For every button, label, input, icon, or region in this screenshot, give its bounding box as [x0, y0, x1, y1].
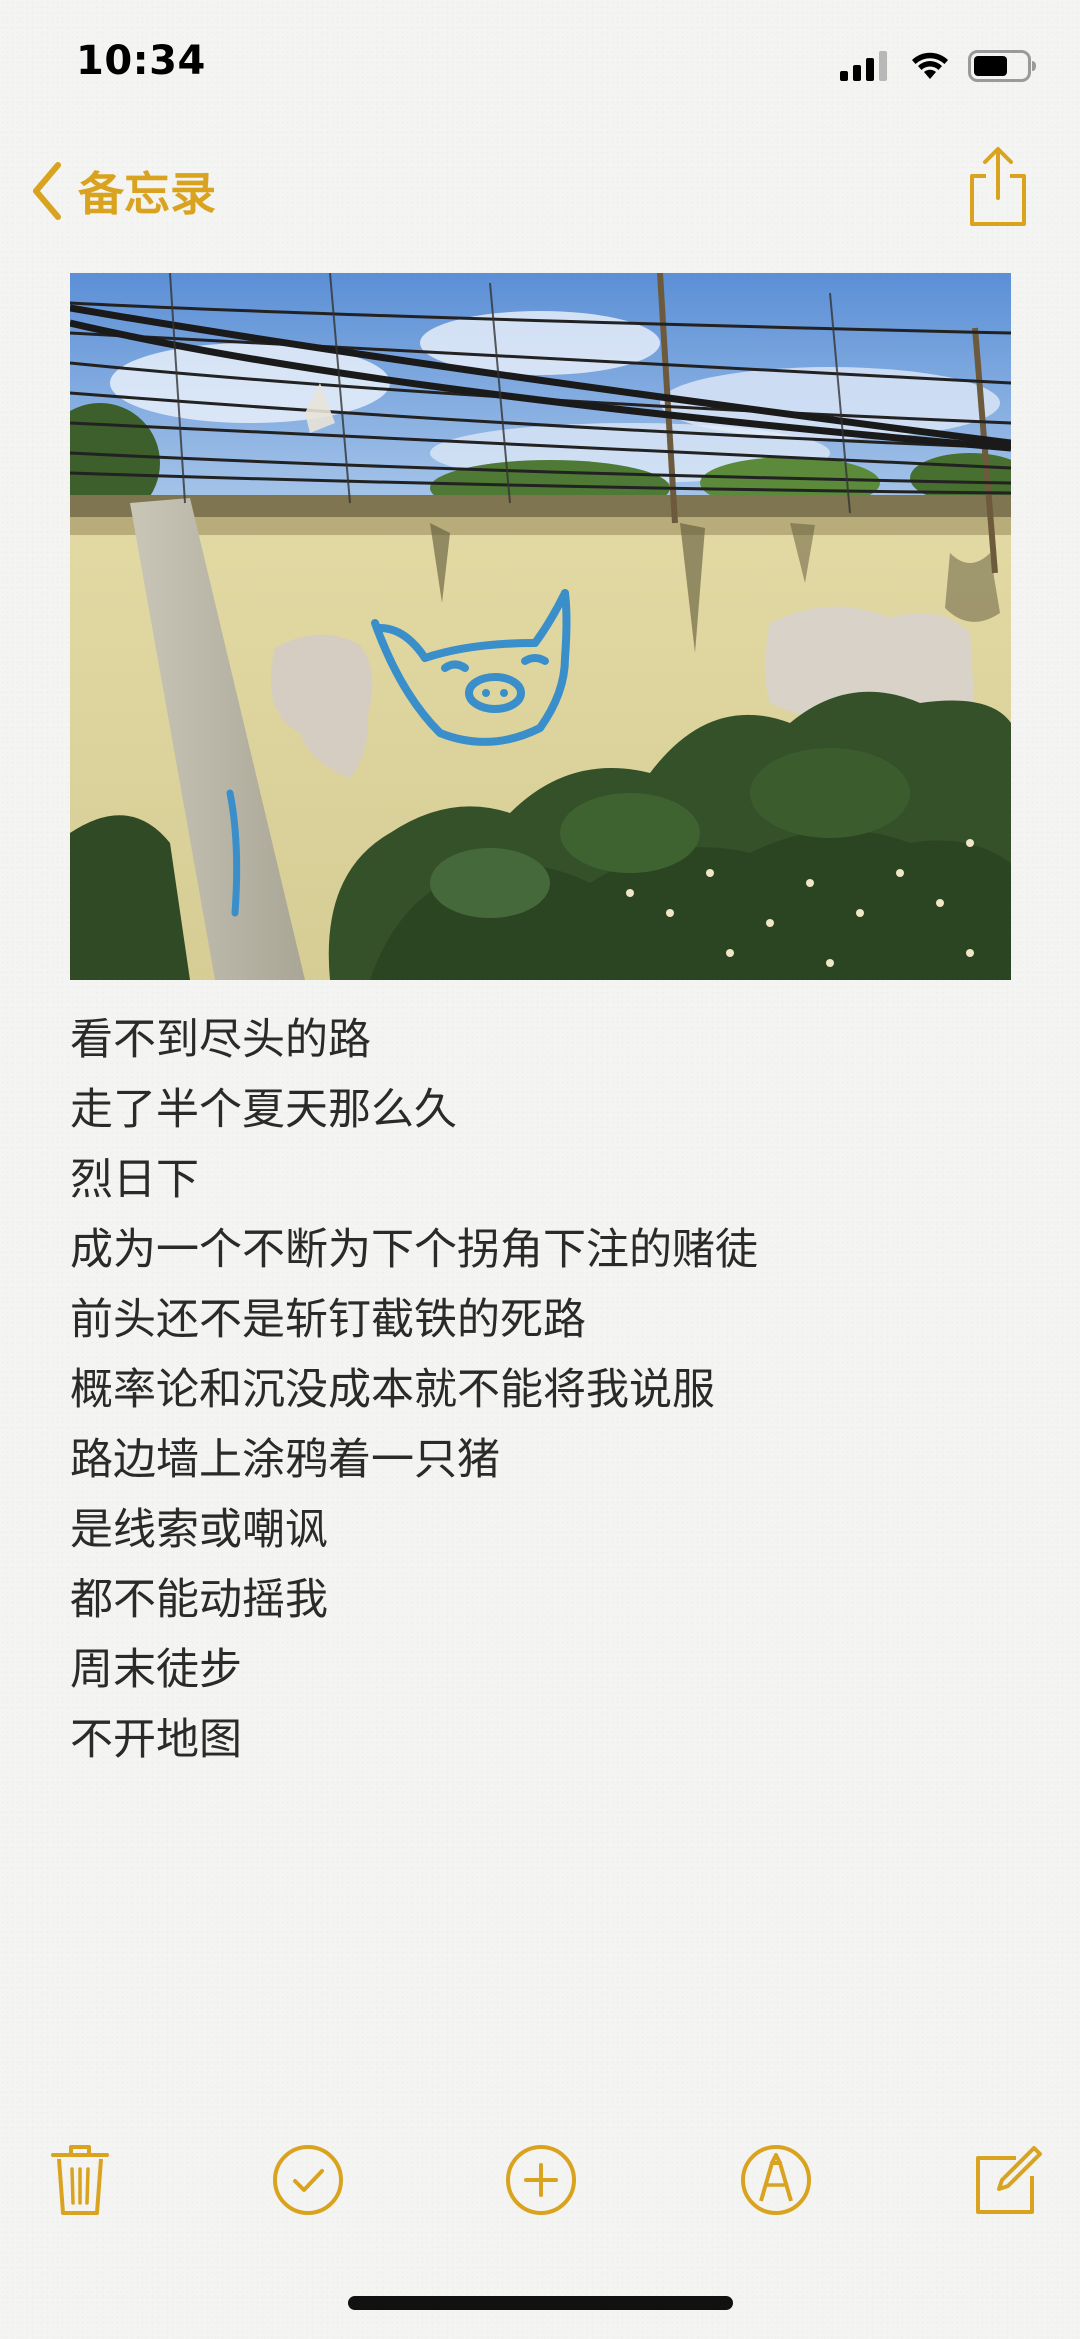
back-label: 备忘录 [78, 167, 216, 221]
delete-button[interactable] [40, 2140, 120, 2220]
note-photo[interactable] [70, 273, 1011, 980]
markup-icon [741, 2145, 811, 2215]
note-line: 走了半个夏天那么久 [70, 1085, 457, 1135]
home-indicator[interactable] [348, 2296, 733, 2310]
chevron-left-icon [33, 162, 61, 220]
status-time: 10:34 [76, 38, 206, 84]
note-line: 看不到尽头的路 [70, 1015, 371, 1065]
status-icons [840, 50, 1038, 82]
note-line: 成为一个不断为下个拐角下注的赌徒 [70, 1225, 758, 1275]
note-line: 都不能动摇我 [70, 1575, 328, 1625]
back-button[interactable]: 备忘录 [30, 158, 216, 224]
note-line: 烈日下 [70, 1155, 199, 1205]
nav-bar: 备忘录 [0, 140, 1080, 240]
status-bar: 10:34 [0, 0, 1080, 130]
markup-button[interactable] [736, 2140, 816, 2220]
share-icon [970, 147, 1026, 226]
photo-image [70, 273, 1011, 980]
trash-icon [51, 2145, 109, 2215]
add-icon [506, 2145, 576, 2215]
compose-icon [976, 2146, 1042, 2214]
checklist-button[interactable] [268, 2140, 348, 2220]
note-line: 不开地图 [70, 1715, 242, 1765]
share-button[interactable] [968, 146, 1028, 228]
note-line: 周末徒步 [70, 1645, 242, 1695]
note-line: 前头还不是斩钉截铁的死路 [70, 1295, 586, 1345]
add-button[interactable] [501, 2140, 581, 2220]
checklist-icon [273, 2145, 343, 2215]
note-line: 是线索或嘲讽 [70, 1505, 328, 1555]
bottom-toolbar [0, 2130, 1080, 2230]
note-line: 概率论和沉没成本就不能将我说服 [70, 1365, 715, 1415]
battery-icon [968, 50, 1036, 82]
note-line: 路边墙上涂鸦着一只猪 [70, 1435, 500, 1485]
compose-button[interactable] [968, 2140, 1048, 2220]
cellular-signal-icon [840, 51, 887, 81]
note-body[interactable]: 看不到尽头的路 走了半个夏天那么久 烈日下 成为一个不断为下个拐角下注的赌徒 前… [70, 1005, 1030, 1775]
wifi-icon [912, 52, 948, 79]
